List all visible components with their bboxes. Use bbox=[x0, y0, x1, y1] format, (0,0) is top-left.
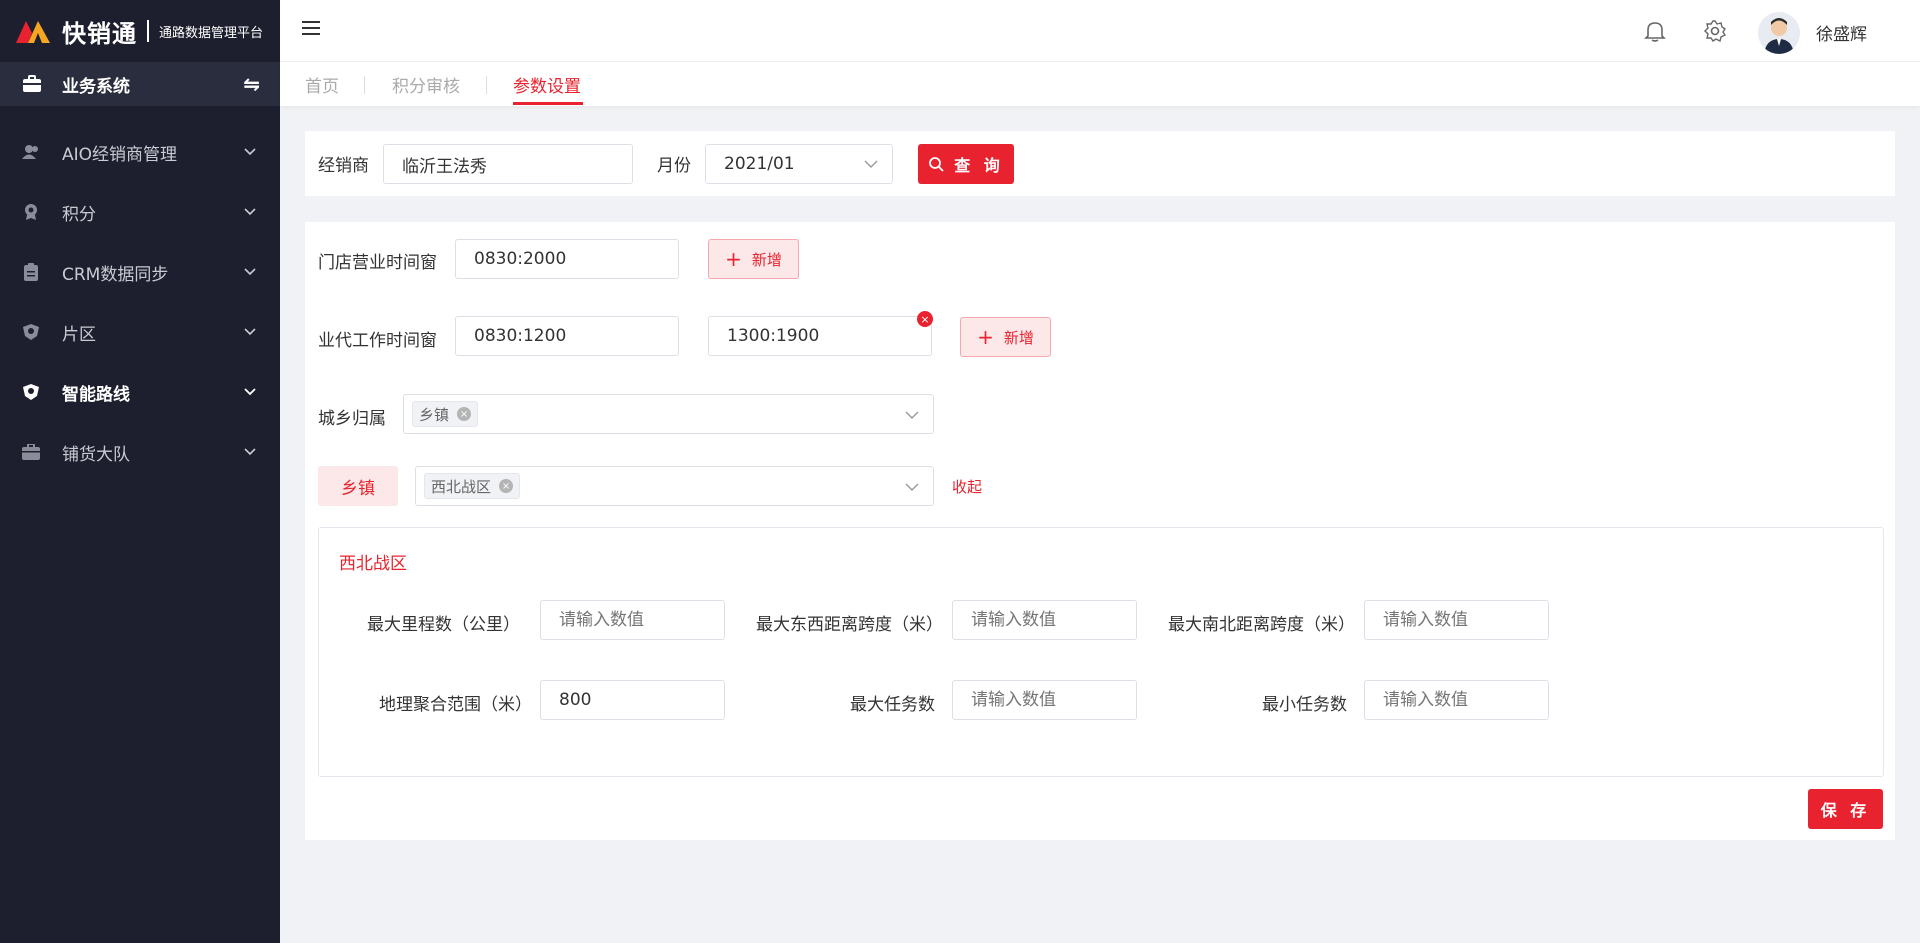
tab-parameter-settings[interactable]: 参数设置 bbox=[513, 72, 581, 97]
add-agent-hours-button[interactable]: + 新增 bbox=[960, 317, 1051, 357]
tab-home[interactable]: 首页 bbox=[305, 72, 339, 97]
tab-points-review[interactable]: 积分审核 bbox=[392, 72, 460, 97]
chevron-down-icon bbox=[244, 208, 256, 216]
brand-subtitle: 通路数据管理平台 bbox=[159, 25, 264, 41]
tab-divider bbox=[364, 76, 365, 94]
brand-name: 快销通 bbox=[62, 19, 137, 48]
brand: 快销通 通路数据管理平台 bbox=[0, 0, 280, 62]
add-store-hours-button[interactable]: + 新增 bbox=[708, 239, 799, 279]
urban-rural-label: 城乡归属 bbox=[318, 409, 386, 429]
plus-icon: + bbox=[977, 325, 994, 349]
briefcase-icon bbox=[22, 443, 40, 461]
brand-separator bbox=[147, 20, 149, 42]
town-label-pill: 乡镇 bbox=[318, 466, 398, 506]
min-tasks-label: 最小任务数 bbox=[1262, 695, 1347, 715]
add-button-label: 新增 bbox=[1003, 328, 1034, 347]
sidebar-item-smart-route[interactable]: 智能路线 bbox=[0, 362, 280, 422]
sidebar: 快销通 通路数据管理平台 业务系统 ⇋ AIO经销商管理 积分 CRM数据同步 … bbox=[0, 0, 280, 943]
agent-hours-input-1[interactable]: 0830:1200 bbox=[455, 316, 679, 356]
month-label: 月份 bbox=[657, 156, 691, 176]
sidebar-item-label: AIO经销商管理 bbox=[62, 144, 178, 165]
chevron-down-icon bbox=[244, 148, 256, 156]
tab-divider bbox=[486, 76, 487, 94]
max-north-south-input[interactable] bbox=[1364, 600, 1549, 640]
clipboard-icon bbox=[22, 263, 40, 281]
month-value: 2021/01 bbox=[724, 154, 795, 174]
sidebar-item-label: 铺货大队 bbox=[62, 444, 130, 465]
tag-label: 乡镇 bbox=[419, 405, 450, 424]
settings-card: 门店营业时间窗 0830:2000 + 新增 业代工作时间窗 0830:1200… bbox=[305, 222, 1895, 840]
max-mileage-label: 最大里程数（公里） bbox=[367, 615, 520, 635]
plus-icon: + bbox=[725, 247, 742, 271]
username[interactable]: 徐盛辉 bbox=[1816, 20, 1867, 45]
bell-icon[interactable] bbox=[1644, 20, 1666, 42]
sidebar-item-area[interactable]: 片区 bbox=[0, 302, 280, 362]
region-title: 西北战区 bbox=[339, 554, 407, 574]
system-switcher[interactable]: 业务系统 ⇋ bbox=[0, 62, 280, 106]
shield-active-icon bbox=[22, 383, 40, 401]
briefcase-icon bbox=[23, 75, 41, 92]
sidebar-item-label: CRM数据同步 bbox=[62, 264, 169, 285]
sidebar-item-label: 积分 bbox=[62, 204, 96, 225]
save-button[interactable]: 保 存 bbox=[1808, 789, 1883, 829]
system-label: 业务系统 bbox=[62, 76, 130, 97]
medal-icon bbox=[22, 203, 40, 221]
collapse-link[interactable]: 收起 bbox=[952, 476, 982, 497]
brand-logo-icon bbox=[16, 21, 50, 43]
chevron-down-icon bbox=[244, 268, 256, 276]
store-hours-input[interactable]: 0830:2000 bbox=[455, 239, 679, 279]
chevron-down-icon bbox=[905, 483, 919, 491]
shield-icon bbox=[22, 323, 40, 341]
active-tab-indicator bbox=[513, 102, 583, 105]
urban-rural-select[interactable]: 乡镇 × bbox=[403, 394, 934, 434]
search-icon bbox=[929, 157, 944, 172]
sidebar-item-label: 片区 bbox=[62, 324, 96, 345]
town-tag: 西北战区 × bbox=[424, 473, 521, 499]
max-east-west-input[interactable] bbox=[952, 600, 1137, 640]
tag-close-icon[interactable]: × bbox=[499, 479, 514, 493]
chevron-down-icon bbox=[905, 411, 919, 419]
region-panel: 西北战区 最大里程数（公里） 最大东西距离跨度（米） 最大南北距离跨度（米） 地… bbox=[318, 527, 1884, 777]
chevron-down-icon bbox=[244, 388, 256, 396]
tag-close-icon[interactable]: × bbox=[457, 407, 472, 421]
sidebar-menu: AIO经销商管理 积分 CRM数据同步 片区 智能路线 铺货大队 bbox=[0, 122, 280, 482]
chevron-down-icon bbox=[244, 448, 256, 456]
month-select[interactable]: 2021/01 bbox=[705, 144, 893, 184]
agent-hours-input-2[interactable]: 1300:1900 bbox=[708, 316, 932, 356]
chevron-down-icon bbox=[244, 328, 256, 336]
avatar[interactable] bbox=[1758, 12, 1800, 54]
tag-label: 西北战区 bbox=[431, 477, 492, 496]
remove-time-window-icon[interactable]: × bbox=[917, 311, 933, 327]
gear-icon[interactable] bbox=[1704, 20, 1726, 42]
min-tasks-input[interactable] bbox=[1364, 680, 1549, 720]
agent-hours-label: 业代工作时间窗 bbox=[318, 331, 437, 351]
geo-cluster-label: 地理聚合范围（米） bbox=[379, 695, 532, 715]
sidebar-item-distribution-team[interactable]: 铺货大队 bbox=[0, 422, 280, 482]
dealer-label: 经销商 bbox=[318, 156, 369, 176]
store-hours-label: 门店营业时间窗 bbox=[318, 253, 437, 273]
dealer-input[interactable]: 临沂王法秀 bbox=[383, 144, 633, 184]
tabs-bar: 首页 积分审核 参数设置 bbox=[280, 62, 1920, 106]
urban-rural-tag: 乡镇 × bbox=[412, 401, 479, 427]
max-east-west-label: 最大东西距离跨度（米） bbox=[756, 615, 943, 635]
add-button-label: 新增 bbox=[751, 250, 782, 269]
users-icon bbox=[22, 143, 40, 161]
sidebar-item-aio[interactable]: AIO经销商管理 bbox=[0, 122, 280, 182]
query-button-label: 查 询 bbox=[954, 156, 1004, 175]
max-tasks-label: 最大任务数 bbox=[850, 695, 935, 715]
top-header: 徐盛辉 bbox=[280, 0, 1920, 62]
sidebar-item-crm-sync[interactable]: CRM数据同步 bbox=[0, 242, 280, 302]
swap-icon[interactable]: ⇋ bbox=[243, 72, 260, 96]
sidebar-item-label: 智能路线 bbox=[62, 384, 130, 405]
max-north-south-label: 最大南北距离跨度（米） bbox=[1168, 615, 1355, 635]
chevron-down-icon bbox=[864, 160, 878, 168]
query-button[interactable]: 查 询 bbox=[918, 144, 1014, 184]
max-mileage-input[interactable] bbox=[540, 600, 725, 640]
menu-toggle-icon[interactable] bbox=[302, 20, 320, 36]
max-tasks-input[interactable] bbox=[952, 680, 1137, 720]
sidebar-item-points[interactable]: 积分 bbox=[0, 182, 280, 242]
town-select[interactable]: 西北战区 × bbox=[415, 466, 934, 506]
filter-card: 经销商 临沂王法秀 月份 2021/01 查 询 bbox=[305, 131, 1895, 196]
geo-cluster-input[interactable]: 800 bbox=[540, 680, 725, 720]
